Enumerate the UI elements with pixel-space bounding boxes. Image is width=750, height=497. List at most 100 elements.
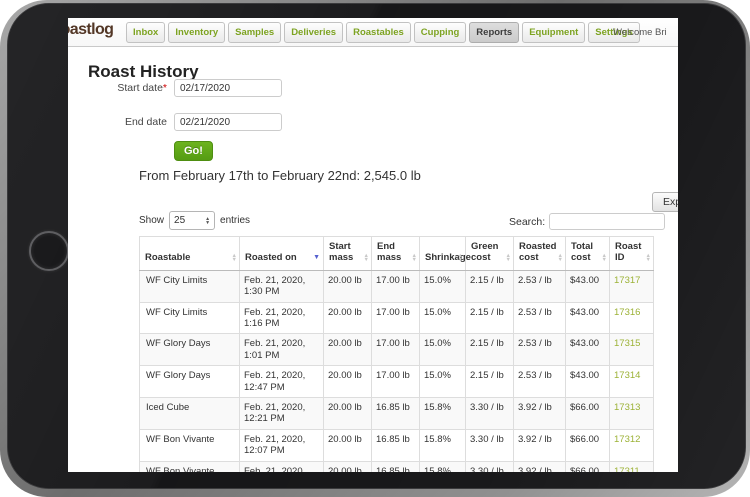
table-row: WF Glory DaysFeb. 21, 2020, 12:47 PM20.0… bbox=[140, 366, 654, 398]
tab-reports[interactable]: Reports bbox=[469, 22, 519, 43]
tab-equipment[interactable]: Equipment bbox=[522, 22, 585, 43]
cell-roast-id: 17312 bbox=[610, 429, 654, 461]
cell-total-cost: $43.00 bbox=[566, 366, 610, 398]
cell-shrinkage: 15.0% bbox=[420, 270, 466, 302]
roast-history-table: Roastable▲▼Roasted on▼Start mass▲▼End ma… bbox=[139, 236, 654, 472]
cell-start-mass: 20.00 lb bbox=[324, 429, 372, 461]
tab-roastables[interactable]: Roastables bbox=[346, 22, 411, 43]
table-row: Iced CubeFeb. 21, 2020, 12:21 PM20.00 lb… bbox=[140, 397, 654, 429]
cell-start-mass: 20.00 lb bbox=[324, 334, 372, 366]
cell-roasted-on: Feb. 21, 2020, 12:21 PM bbox=[240, 397, 324, 429]
cell-start-mass: 20.00 lb bbox=[324, 397, 372, 429]
nav-tabs: InboxInventorySamplesDeliveriesRoastable… bbox=[126, 22, 640, 43]
sort-icon: ▲▼ bbox=[646, 254, 651, 263]
select-updown-icon: ▲▼ bbox=[205, 217, 210, 225]
tab-inventory[interactable]: Inventory bbox=[168, 22, 225, 43]
cell-roast-id: 17317 bbox=[610, 270, 654, 302]
tab-deliveries[interactable]: Deliveries bbox=[284, 22, 343, 43]
cell-roastable: WF Glory Days bbox=[140, 366, 240, 398]
cell-shrinkage: 15.8% bbox=[420, 429, 466, 461]
cell-roastable: WF Glory Days bbox=[140, 334, 240, 366]
cell-green-cost: 2.15 / lb bbox=[466, 334, 514, 366]
column-header-green-cost[interactable]: Green cost▲▼ bbox=[466, 237, 514, 271]
sort-icon: ▲▼ bbox=[506, 254, 511, 263]
cell-roastable: WF City Limits bbox=[140, 302, 240, 334]
column-header-roast-id[interactable]: Roast ID▲▼ bbox=[610, 237, 654, 271]
cell-roasted-cost: 3.92 / lb bbox=[514, 429, 566, 461]
sort-icon: ▲▼ bbox=[558, 254, 563, 263]
cell-total-cost: $43.00 bbox=[566, 334, 610, 366]
table-row: WF Glory DaysFeb. 21, 2020, 1:01 PM20.00… bbox=[140, 334, 654, 366]
column-header-roasted-on[interactable]: Roasted on▼ bbox=[240, 237, 324, 271]
sort-icon: ▲▼ bbox=[458, 254, 463, 263]
sort-icon: ▲▼ bbox=[412, 254, 417, 263]
cell-green-cost: 3.30 / lb bbox=[466, 461, 514, 472]
cell-roasted-on: Feb. 21, 2020, 1:16 PM bbox=[240, 302, 324, 334]
cell-total-cost: $66.00 bbox=[566, 429, 610, 461]
cell-end-mass: 16.85 lb bbox=[372, 397, 420, 429]
roast-id-link[interactable]: 17315 bbox=[614, 338, 640, 349]
page-size-control: Show 25 ▲▼ entries bbox=[139, 211, 250, 230]
cell-shrinkage: 15.0% bbox=[420, 366, 466, 398]
cell-start-mass: 20.00 lb bbox=[324, 302, 372, 334]
sort-icon: ▲▼ bbox=[364, 254, 369, 263]
cell-shrinkage: 15.0% bbox=[420, 334, 466, 366]
column-header-total-cost[interactable]: Total cost▲▼ bbox=[566, 237, 610, 271]
cell-shrinkage: 15.8% bbox=[420, 461, 466, 472]
start-date-input[interactable] bbox=[174, 79, 282, 97]
cell-roast-id: 17311 bbox=[610, 461, 654, 472]
export-button[interactable]: Export bbox=[652, 192, 678, 212]
cell-start-mass: 20.00 lb bbox=[324, 366, 372, 398]
column-header-roastable[interactable]: Roastable▲▼ bbox=[140, 237, 240, 271]
show-label: Show bbox=[139, 215, 164, 226]
tab-cupping[interactable]: Cupping bbox=[414, 22, 467, 43]
roast-id-link[interactable]: 17317 bbox=[614, 275, 640, 286]
cell-roastable: WF Bon Vivante bbox=[140, 461, 240, 472]
roast-id-link[interactable]: 17312 bbox=[614, 434, 640, 445]
app-header: roastlog InboxInventorySamplesDeliveries… bbox=[68, 18, 678, 47]
cell-total-cost: $66.00 bbox=[566, 397, 610, 429]
cell-end-mass: 17.00 lb bbox=[372, 366, 420, 398]
cell-roasted-cost: 2.53 / lb bbox=[514, 270, 566, 302]
cell-roasted-cost: 3.92 / lb bbox=[514, 397, 566, 429]
roast-id-link[interactable]: 17313 bbox=[614, 402, 640, 413]
column-header-roasted-cost[interactable]: Roasted cost▲▼ bbox=[514, 237, 566, 271]
cell-roasted-cost: 2.53 / lb bbox=[514, 334, 566, 366]
sort-icon: ▲▼ bbox=[232, 254, 237, 263]
cell-roasted-cost: 2.53 / lb bbox=[514, 302, 566, 334]
column-header-shrinkage[interactable]: Shrinkage▲▼ bbox=[420, 237, 466, 271]
cell-end-mass: 17.00 lb bbox=[372, 334, 420, 366]
start-date-label: Start date* bbox=[68, 82, 167, 94]
search-input[interactable] bbox=[549, 213, 665, 230]
cell-roast-id: 17315 bbox=[610, 334, 654, 366]
cell-total-cost: $66.00 bbox=[566, 461, 610, 472]
cell-roasted-on: Feb. 21, 2020, 1:01 PM bbox=[240, 334, 324, 366]
roast-id-link[interactable]: 17314 bbox=[614, 370, 640, 381]
column-header-end-mass[interactable]: End mass▲▼ bbox=[372, 237, 420, 271]
tab-samples[interactable]: Samples bbox=[228, 22, 281, 43]
browser-screen: roastlog InboxInventorySamplesDeliveries… bbox=[68, 18, 678, 472]
page-size-select[interactable]: 25 ▲▼ bbox=[169, 211, 215, 230]
cell-total-cost: $43.00 bbox=[566, 270, 610, 302]
go-button[interactable]: Go! bbox=[174, 141, 213, 161]
cell-green-cost: 2.15 / lb bbox=[466, 302, 514, 334]
end-date-input[interactable] bbox=[174, 113, 282, 131]
tab-inbox[interactable]: Inbox bbox=[126, 22, 165, 43]
cell-end-mass: 17.00 lb bbox=[372, 302, 420, 334]
cell-roastable: Iced Cube bbox=[140, 397, 240, 429]
table-row: WF Bon VivanteFeb. 21, 2020, 11:55 AM20.… bbox=[140, 461, 654, 472]
cell-end-mass: 16.85 lb bbox=[372, 461, 420, 472]
welcome-text: Welcome Bri bbox=[613, 27, 667, 38]
cell-roasted-on: Feb. 21, 2020, 1:30 PM bbox=[240, 270, 324, 302]
table-row: WF City LimitsFeb. 21, 2020, 1:16 PM20.0… bbox=[140, 302, 654, 334]
roast-id-link[interactable]: 17311 bbox=[614, 466, 640, 472]
cell-roasted-on: Feb. 21, 2020, 12:47 PM bbox=[240, 366, 324, 398]
search-control: Search: bbox=[509, 213, 665, 230]
cell-end-mass: 17.00 lb bbox=[372, 270, 420, 302]
column-header-start-mass[interactable]: Start mass▲▼ bbox=[324, 237, 372, 271]
table-body: WF City LimitsFeb. 21, 2020, 1:30 PM20.0… bbox=[140, 270, 654, 472]
page-size-value: 25 bbox=[174, 215, 185, 226]
table-row: WF City LimitsFeb. 21, 2020, 1:30 PM20.0… bbox=[140, 270, 654, 302]
cell-roast-id: 17314 bbox=[610, 366, 654, 398]
roast-id-link[interactable]: 17316 bbox=[614, 307, 640, 318]
